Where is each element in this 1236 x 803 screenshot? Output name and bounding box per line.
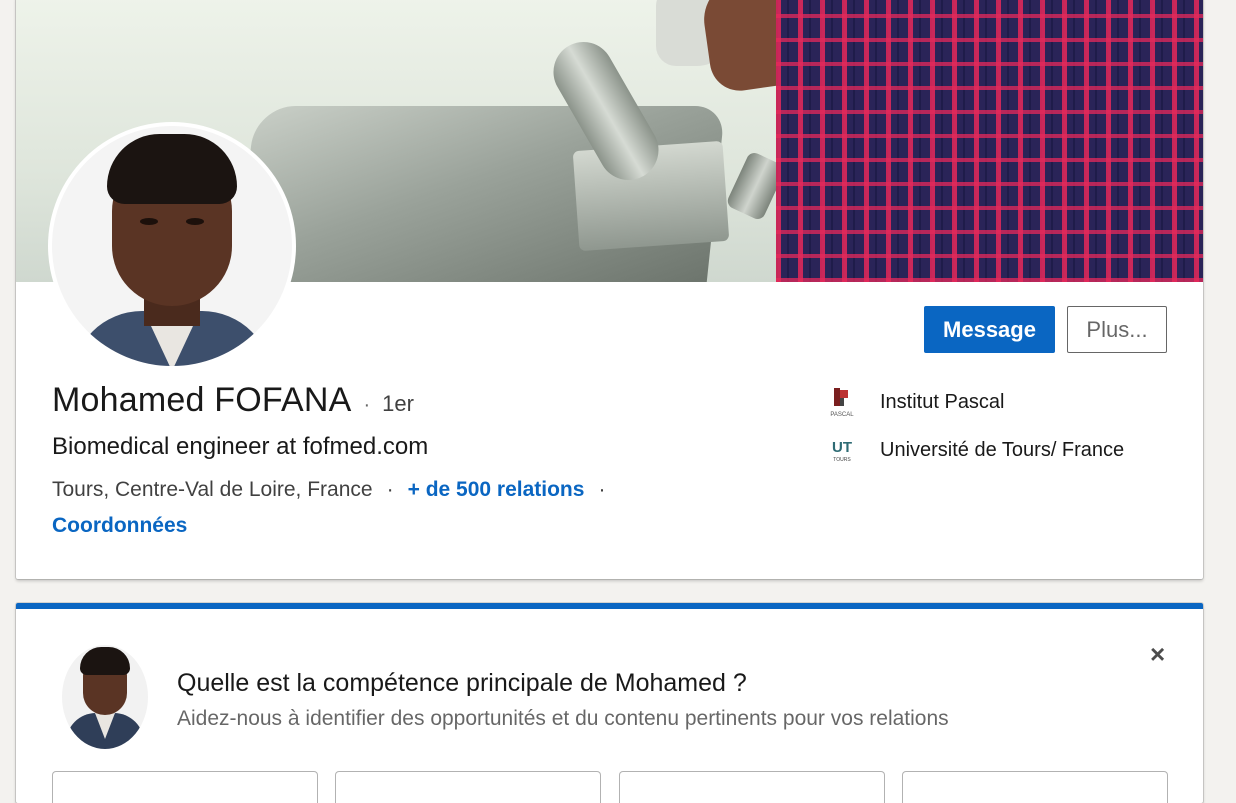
svg-text:TOURS: TOURS [833, 457, 851, 463]
skill-question: Quelle est la compétence principale de M… [177, 669, 747, 697]
name-row: Mohamed FOFANA · 1er [52, 381, 414, 420]
org-name: Institut Pascal [880, 390, 1005, 413]
skill-question-subtitle: Aidez-nous à identifier des opportunités… [177, 707, 949, 730]
skill-option[interactable] [619, 771, 885, 803]
degree-separator: · [363, 394, 371, 416]
message-button[interactable]: Message [924, 306, 1055, 353]
skill-option[interactable] [902, 771, 1168, 803]
more-button[interactable]: Plus... [1067, 306, 1167, 353]
org-institut-pascal[interactable]: PASCAL Institut Pascal [824, 384, 1005, 420]
skill-option[interactable] [52, 771, 318, 803]
profile-location: Tours, Centre-Val de Loire, France [52, 478, 373, 501]
universite-tours-logo: UT TOURS [824, 432, 860, 468]
close-icon[interactable]: × [1150, 641, 1165, 667]
profile-headline: Biomedical engineer at fofmed.com [52, 433, 429, 460]
profile-name: Mohamed FOFANA [52, 381, 352, 419]
skill-option[interactable] [335, 771, 601, 803]
location-separator: · [386, 478, 394, 501]
connection-degree: 1er [382, 391, 414, 416]
skill-prompt-card: Quelle est la compétence principale de M… [16, 603, 1203, 803]
org-universite-tours[interactable]: UT TOURS Université de Tours/ France [824, 432, 1124, 468]
avatar [62, 645, 148, 749]
connections-separator: · [598, 478, 606, 501]
connections-link[interactable]: + de 500 relations [408, 478, 585, 502]
org-name: Université de Tours/ France [880, 438, 1125, 461]
svg-text:PASCAL: PASCAL [830, 412, 854, 418]
contact-info-link[interactable]: Coordonnées [52, 514, 187, 538]
card-accent-bar [16, 603, 1203, 609]
location-row: Tours, Centre-Val de Loire, France · + d… [52, 478, 605, 502]
institut-pascal-logo: PASCAL [824, 384, 860, 420]
profile-photo[interactable] [52, 126, 292, 366]
profile-card: Message Plus... Mohamed FOFANA · 1er Bio… [16, 0, 1203, 579]
svg-text:UT: UT [832, 439, 852, 456]
